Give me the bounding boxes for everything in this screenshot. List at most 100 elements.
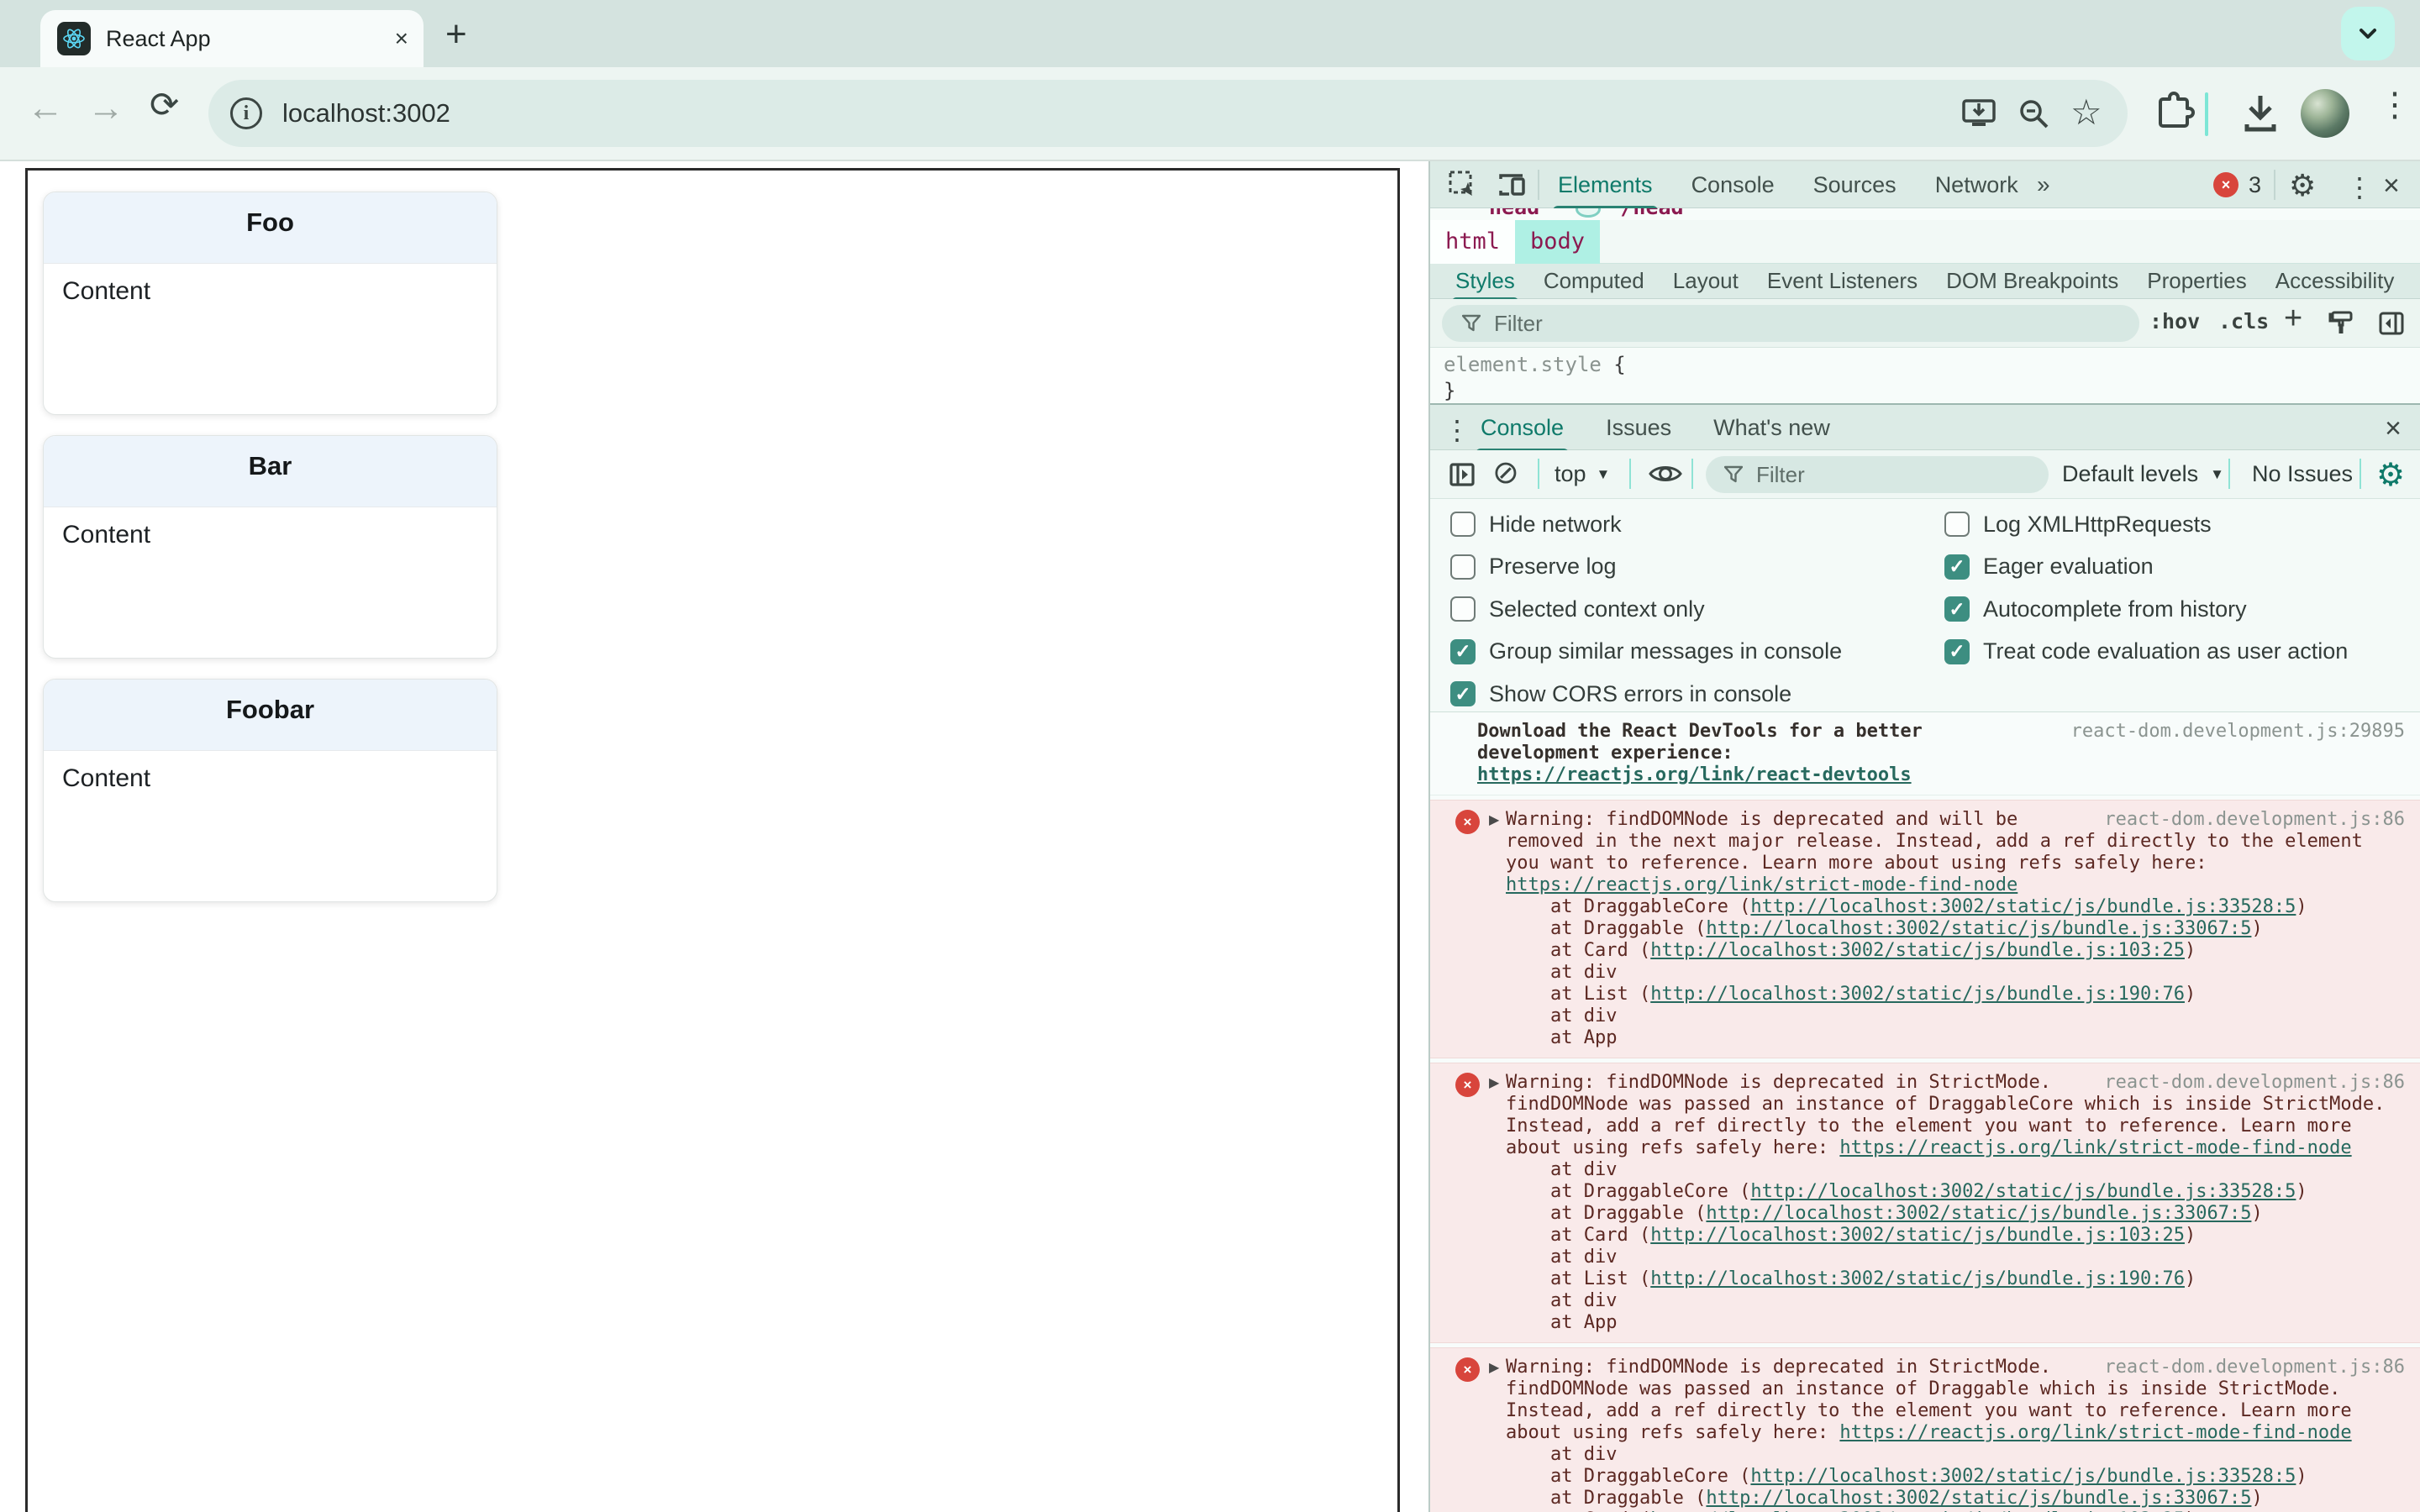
message-link[interactable]: http://localhost:3002/static/js/bundle.j…	[1650, 984, 2185, 1005]
console-sidebar-icon[interactable]	[1449, 461, 1476, 488]
checkbox[interactable]: ✓	[1450, 681, 1476, 706]
bookmark-star-icon[interactable]: ☆	[2070, 92, 2102, 133]
checkbox[interactable]	[1450, 554, 1476, 580]
card-header[interactable]: Foo	[44, 192, 497, 264]
toggle-class-button[interactable]: .cls	[2218, 309, 2269, 333]
browser-tab[interactable]: React App ×	[40, 10, 424, 67]
new-style-rule-button[interactable]: +	[2284, 301, 2302, 337]
new-tab-icon[interactable]: +	[445, 13, 467, 55]
devtools-settings-gear-icon[interactable]: ⚙	[2289, 168, 2316, 203]
sidebar-panel-icon[interactable]	[2378, 310, 2405, 337]
checkbox[interactable]	[1450, 512, 1476, 537]
message-link[interactable]: http://localhost:3002/static/js/bundle.j…	[1706, 1203, 2251, 1224]
live-expression-eye-icon[interactable]	[1649, 462, 1682, 486]
error-badge-icon[interactable]: ×	[2213, 172, 2238, 197]
console-filter-input[interactable]: Filter	[1706, 456, 2049, 493]
expand-caret-icon[interactable]: ▶	[1489, 1074, 1499, 1091]
tab-network[interactable]: Network	[1935, 172, 2018, 198]
checkbox[interactable]: ✓	[1944, 638, 1970, 664]
message-link[interactable]: http://localhost:3002/static/js/bundle.j…	[1650, 1225, 2185, 1246]
url-bar[interactable]: i localhost:3002 ☆	[208, 80, 2128, 147]
drawer-tab-issues[interactable]: Issues	[1606, 415, 1671, 441]
message-link[interactable]: http://localhost:3002/static/js/bundle.j…	[1650, 940, 2185, 961]
clear-console-icon[interactable]: ⊘	[1492, 454, 1519, 491]
breadcrumb-body[interactable]: body	[1515, 220, 1601, 264]
tab-accessibility[interactable]: Accessibility	[2275, 268, 2395, 294]
card-header[interactable]: Foobar	[44, 680, 497, 751]
tab-console[interactable]: Console	[1691, 172, 1775, 198]
checkbox[interactable]	[1944, 512, 1970, 537]
tab-event-listeners[interactable]: Event Listeners	[1767, 268, 1918, 294]
message-link[interactable]: http://localhost:3002/static/js/bundle.j…	[1750, 1181, 2296, 1202]
source-location-link[interactable]: react-dom.development.js:86	[2104, 1357, 2405, 1378]
reload-icon[interactable]: ⟳	[150, 84, 179, 125]
checkbox[interactable]: ✓	[1944, 554, 1970, 580]
console-log-message[interactable]: react-dom.development.js:29895 Download t…	[1430, 712, 2420, 795]
rendering-brush-icon[interactable]	[2328, 310, 2354, 337]
drawer-menu-kebab-icon[interactable]: ⋮	[1444, 414, 1470, 446]
tab-styles[interactable]: Styles	[1452, 268, 1518, 302]
profile-avatar[interactable]	[2301, 89, 2349, 138]
checkbox[interactable]: ✓	[1944, 596, 1970, 622]
draggable-card[interactable]: Foo Content	[43, 192, 497, 415]
extensions-puzzle-icon[interactable]	[2151, 89, 2195, 133]
site-info-icon[interactable]: i	[230, 97, 262, 129]
message-link[interactable]: http://localhost:3002/static/js/bundle.j…	[1750, 896, 2296, 917]
element-style-rule[interactable]: element.style { }	[1430, 348, 2420, 403]
message-link[interactable]: https://reactjs.org/link/strict-mode-fin…	[1839, 1137, 2351, 1158]
inspect-element-icon[interactable]	[1449, 171, 1477, 199]
styles-filter-input[interactable]: Filter	[1442, 305, 2139, 342]
message-link[interactable]: http://localhost:3002/static/js/bundle.j…	[1650, 1268, 2185, 1289]
draggable-card[interactable]: Bar Content	[43, 435, 497, 659]
tab-sources[interactable]: Sources	[1813, 172, 1897, 198]
tab-search-chevron-icon[interactable]	[2341, 7, 2395, 60]
expand-caret-icon[interactable]: ▶	[1489, 1359, 1499, 1376]
execution-context-selector[interactable]: top ▼	[1555, 461, 1610, 487]
message-line: at DraggableCore (http://localhost:3002/…	[1506, 1466, 2405, 1488]
log-levels-dropdown[interactable]: Default levels ▼	[2062, 461, 2224, 487]
back-icon[interactable]: ←	[27, 87, 64, 129]
url-text[interactable]: localhost:3002	[282, 98, 450, 129]
tab-computed[interactable]: Computed	[1544, 268, 1644, 294]
install-app-icon[interactable]	[1961, 97, 1996, 130]
source-location-link[interactable]: react-dom.development.js:86	[2104, 809, 2405, 831]
downloads-icon[interactable]	[2238, 91, 2282, 134]
console-settings-gear-icon[interactable]: ⚙	[2376, 456, 2405, 494]
tab-properties[interactable]: Properties	[2147, 268, 2247, 294]
message-link[interactable]: http://localhost:3002/static/js/bundle.j…	[1750, 1466, 2296, 1487]
close-tab-icon[interactable]: ×	[395, 25, 408, 52]
devtools-close-icon[interactable]: ×	[2383, 170, 2400, 202]
message-link[interactable]: https://reactjs.org/link/strict-mode-fin…	[1839, 1422, 2351, 1443]
more-tabs-chevron-icon[interactable]: »	[2037, 171, 2050, 198]
checkbox[interactable]	[1450, 596, 1476, 622]
device-toolbar-icon[interactable]	[1497, 171, 1528, 199]
message-link[interactable]: https://reactjs.org/link/react-devtools	[1477, 764, 1912, 785]
card-header[interactable]: Bar	[44, 436, 497, 507]
tab-layout[interactable]: Layout	[1673, 268, 1739, 294]
drawer-tab-what-s-new[interactable]: What's new	[1713, 415, 1830, 441]
expand-caret-icon[interactable]: ▶	[1489, 811, 1499, 828]
dom-tree-clipped-row[interactable]: head /head	[1430, 208, 2420, 220]
console-error-message[interactable]: × ▶ react-dom.development.js:86 Warning: fi…	[1430, 1063, 2420, 1343]
breadcrumb-html[interactable]: html	[1430, 220, 1516, 264]
source-location-link[interactable]: react-dom.development.js:29895	[2071, 721, 2405, 743]
source-location-link[interactable]: react-dom.development.js:86	[2104, 1072, 2405, 1094]
draggable-card[interactable]: Foobar Content	[43, 679, 497, 902]
console-error-message[interactable]: × ▶ react-dom.development.js:86 Warning: fi…	[1430, 800, 2420, 1058]
tab-elements[interactable]: Elements	[1553, 172, 1658, 211]
devtools-menu-kebab-icon[interactable]: ⋮	[2346, 171, 2373, 203]
tab-dom-breakpoints[interactable]: DOM Breakpoints	[1946, 268, 2118, 294]
issues-status[interactable]: No Issues	[2252, 461, 2353, 487]
drawer-close-icon[interactable]: ×	[2385, 412, 2402, 445]
console-error-message[interactable]: × ▶ react-dom.development.js:86 Warning: fi…	[1430, 1347, 2420, 1512]
error-count[interactable]: 3	[2249, 172, 2261, 198]
message-link[interactable]: https://reactjs.org/link/strict-mode-fin…	[1506, 874, 2018, 895]
browser-menu-kebab-icon[interactable]: ⋮	[2378, 86, 2412, 124]
message-link[interactable]: http://localhost:3002/static/js/bundle.j…	[1706, 1488, 2251, 1509]
message-link[interactable]: http://localhost:3002/static/js/bundle.j…	[1706, 918, 2251, 939]
checkbox[interactable]: ✓	[1450, 638, 1476, 664]
drawer-tab-console[interactable]: Console	[1475, 415, 1570, 454]
toggle-hover-state-button[interactable]: :hov	[2149, 309, 2200, 333]
forward-icon[interactable]: →	[87, 87, 124, 129]
zoom-out-icon[interactable]	[2017, 97, 2052, 132]
